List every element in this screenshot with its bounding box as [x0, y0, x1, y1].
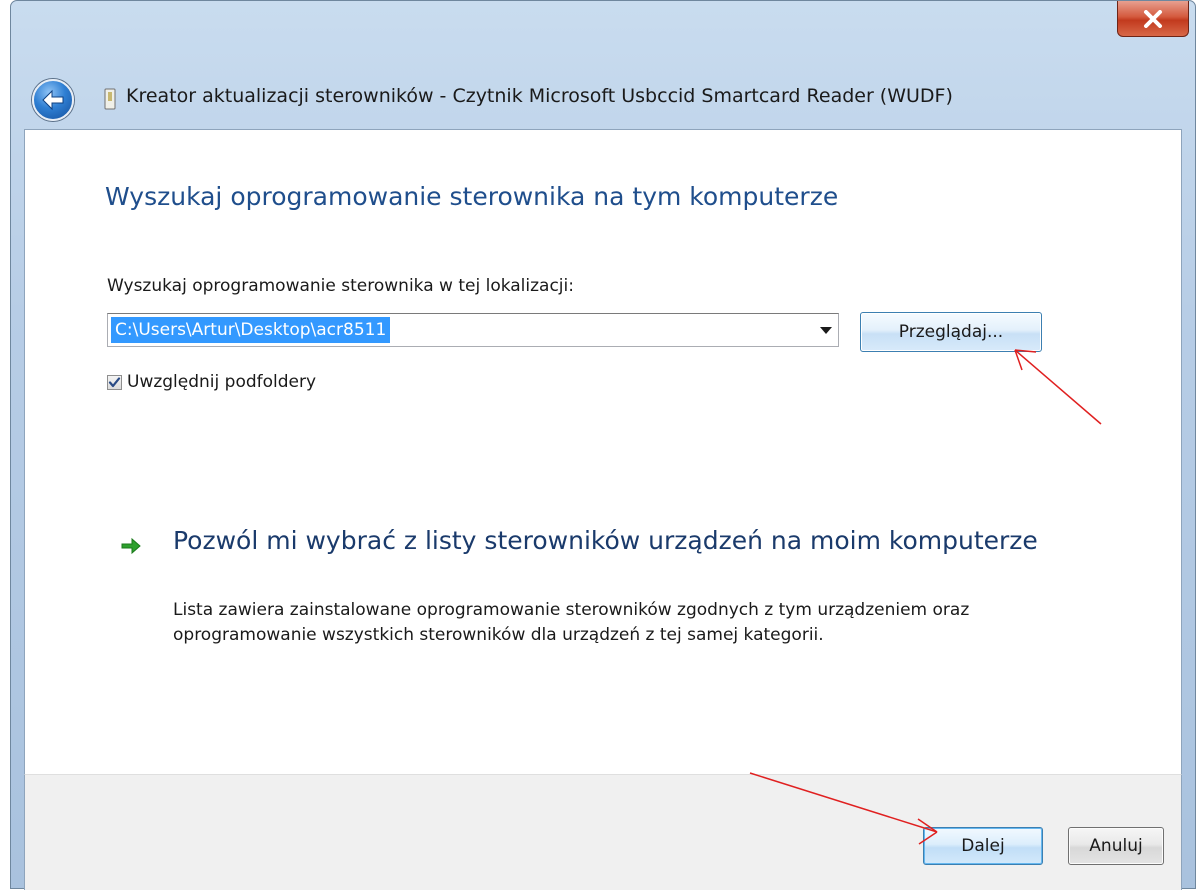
checkmark-icon	[108, 376, 121, 387]
wizard-content: Wyszukaj oprogramowanie sterownika na ty…	[24, 129, 1182, 774]
close-x-icon	[1144, 9, 1162, 28]
green-arrow-icon[interactable]	[120, 537, 142, 555]
wizard-window: Kreator aktualizacji sterowników - Czytn…	[10, 0, 1196, 890]
include-subfolders-label[interactable]: Uwzględnij podfoldery	[127, 372, 316, 392]
path-combobox[interactable]: C:\Users\Artur\Desktop\acr8511	[107, 313, 839, 347]
back-button[interactable]	[32, 79, 74, 121]
page-title: Wyszukaj oprogramowanie sterownika na ty…	[105, 182, 839, 211]
path-label: Wyszukaj oprogramowanie sterownika w tej…	[107, 276, 574, 296]
choose-from-list-description: Lista zawiera zainstalowane oprogramowan…	[173, 600, 970, 645]
next-button[interactable]: Dalej	[923, 827, 1043, 865]
close-button[interactable]	[1117, 1, 1189, 37]
path-input[interactable]: C:\Users\Artur\Desktop\acr8511	[111, 317, 391, 343]
include-subfolders-checkbox[interactable]	[107, 374, 122, 390]
cancel-button[interactable]: Anuluj	[1068, 827, 1164, 865]
back-arrow-icon	[42, 89, 64, 111]
browse-button[interactable]: Przeglądaj...	[860, 312, 1042, 352]
chevron-down-icon[interactable]	[820, 327, 832, 334]
wizard-footer: Dalej Anuluj	[24, 774, 1182, 890]
window-title: Kreator aktualizacji sterowników - Czytn…	[126, 85, 953, 107]
smartcard-reader-icon	[104, 88, 116, 110]
include-subfolders-row[interactable]: Uwzględnij podfoldery	[107, 370, 316, 394]
choose-from-list-link[interactable]: Pozwól mi wybrać z listy sterowników urz…	[173, 524, 1053, 558]
